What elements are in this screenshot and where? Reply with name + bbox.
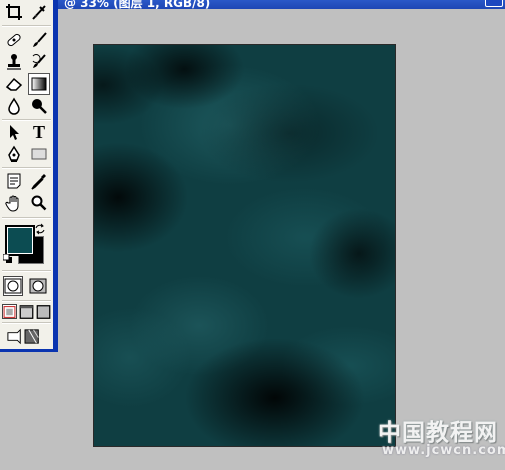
swap-colors-icon[interactable]	[34, 223, 46, 235]
slice-tool[interactable]	[28, 1, 50, 23]
toolbox-divider	[2, 25, 51, 27]
toolbox-divider	[2, 322, 51, 324]
crop-tool[interactable]	[3, 1, 25, 23]
standard-mode-icon	[4, 278, 22, 294]
gradient-tool[interactable]	[28, 73, 50, 95]
toolbox-body: T	[0, 0, 53, 349]
screen-mode-icon	[3, 305, 16, 318]
magnifier-icon	[31, 195, 47, 211]
minimize-button[interactable]	[485, 0, 503, 7]
eyedropper-tool[interactable]	[28, 170, 50, 192]
full-screen-menu-mode-button[interactable]	[19, 304, 34, 319]
quick-mask-icon	[29, 278, 47, 294]
type-tool[interactable]: T	[28, 121, 50, 143]
hand-icon	[5, 195, 19, 212]
screen-mode-icon	[19, 304, 34, 319]
type-icon: T	[32, 122, 45, 142]
hand-tool[interactable]	[3, 192, 25, 214]
path-selection-tool[interactable]	[3, 121, 25, 143]
dodge-tool[interactable]	[28, 95, 50, 117]
pen-icon	[8, 145, 20, 162]
default-colors-icon[interactable]	[3, 254, 13, 264]
zoom-tool[interactable]	[28, 192, 50, 214]
shape-tool[interactable]	[28, 143, 50, 165]
jump-to-imageready-button[interactable]	[5, 326, 45, 346]
crop-icon	[6, 4, 22, 20]
arrow-icon	[10, 125, 19, 140]
watermark-chinese: 中国教程网	[378, 420, 498, 446]
history-brush-tool[interactable]	[28, 51, 50, 73]
watermark: 中国教程网 www.jcwcn.com	[378, 413, 505, 461]
toolbox-divider	[2, 270, 51, 272]
standard-screen-mode-button[interactable]	[2, 304, 17, 319]
toolbox-panel: T	[0, 0, 58, 352]
imageready-icon	[7, 328, 39, 344]
gradient-icon	[31, 77, 47, 91]
eraser-icon	[5, 77, 23, 91]
pen-tool[interactable]	[3, 143, 25, 165]
blur-tool[interactable]	[3, 95, 25, 117]
toolbox-divider	[2, 167, 51, 169]
document-title: @ 33% (图层 1, RGB/8)	[64, 0, 211, 9]
stamp-icon	[7, 54, 21, 70]
image-canvas[interactable]	[93, 44, 396, 447]
screen-mode-icon	[36, 304, 51, 319]
quick-mask-button[interactable]	[28, 276, 48, 296]
foreground-color-swatch[interactable]	[5, 225, 35, 256]
dodge-icon	[32, 99, 47, 114]
clone-stamp-tool[interactable]	[3, 51, 25, 73]
toolbox-divider	[2, 217, 51, 219]
slice-icon	[32, 5, 46, 20]
rectangle-icon	[31, 148, 47, 160]
document-title-bar: @ 33% (图层 1, RGB/8)	[0, 0, 505, 9]
eyedropper-icon	[31, 174, 46, 190]
watermark-url: www.jcwcn.com	[382, 443, 505, 458]
standard-mode-button[interactable]	[3, 276, 23, 296]
eraser-tool[interactable]	[3, 73, 25, 95]
history-brush-icon	[32, 54, 46, 68]
healing-brush-tool[interactable]	[3, 29, 25, 51]
note-icon	[7, 173, 21, 189]
bandage-icon	[7, 33, 21, 47]
full-screen-mode-button[interactable]	[36, 304, 51, 319]
drop-icon	[8, 97, 20, 115]
brush-icon	[33, 32, 47, 47]
brush-tool[interactable]	[28, 29, 50, 51]
notes-tool[interactable]	[3, 170, 25, 192]
